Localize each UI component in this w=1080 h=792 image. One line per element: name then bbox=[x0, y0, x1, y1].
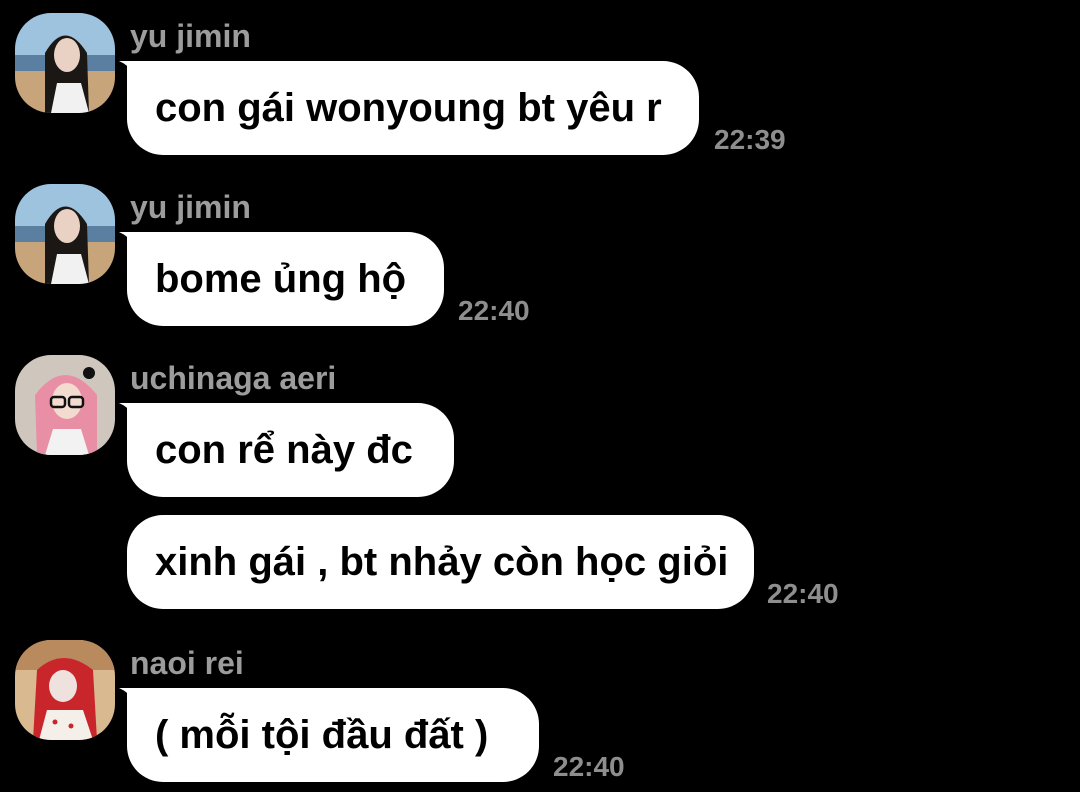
bubble-tail-icon bbox=[119, 61, 139, 83]
message-text: bome ủng hộ bbox=[155, 257, 407, 301]
message-timestamp: 22:39 bbox=[714, 124, 786, 155]
bubble-tail-icon bbox=[119, 403, 139, 425]
avatar-photo-icon bbox=[15, 355, 115, 455]
message-text: con rể này đc bbox=[155, 428, 413, 472]
avatar-photo-icon bbox=[15, 13, 115, 113]
avatar[interactable] bbox=[15, 184, 115, 284]
message-bubble[interactable]: bome ủng hộ bbox=[119, 232, 444, 326]
sender-name: uchinaga aeri bbox=[130, 360, 337, 396]
message-timestamp: 22:40 bbox=[553, 751, 625, 782]
message-bubble[interactable]: con rể này đc bbox=[119, 403, 454, 497]
avatar[interactable] bbox=[15, 13, 115, 113]
bubble-tail-icon bbox=[119, 232, 139, 254]
avatar-photo-icon bbox=[15, 640, 115, 740]
avatar-photo-icon bbox=[15, 184, 115, 284]
message-bubble[interactable]: xinh gái , bt nhảy còn học giỏi bbox=[127, 515, 754, 609]
sender-name: yu jimin bbox=[130, 18, 251, 54]
message-text: con gái wonyoung bt yêu r bbox=[155, 86, 662, 130]
sender-name: yu jimin bbox=[130, 189, 251, 225]
message-bubble[interactable]: ( mỗi tội đầu đất ) bbox=[119, 688, 539, 782]
message-text: xinh gái , bt nhảy còn học giỏi bbox=[155, 540, 729, 584]
bubble-tail-icon bbox=[119, 688, 139, 710]
avatar[interactable] bbox=[15, 355, 115, 455]
avatar[interactable] bbox=[15, 640, 115, 740]
message-timestamp: 22:40 bbox=[458, 295, 530, 326]
message-text: ( mỗi tội đầu đất ) bbox=[155, 713, 489, 757]
sender-name: naoi rei bbox=[130, 645, 244, 681]
message-bubble[interactable]: con gái wonyoung bt yêu r bbox=[119, 61, 699, 155]
message-timestamp: 22:40 bbox=[767, 578, 839, 609]
